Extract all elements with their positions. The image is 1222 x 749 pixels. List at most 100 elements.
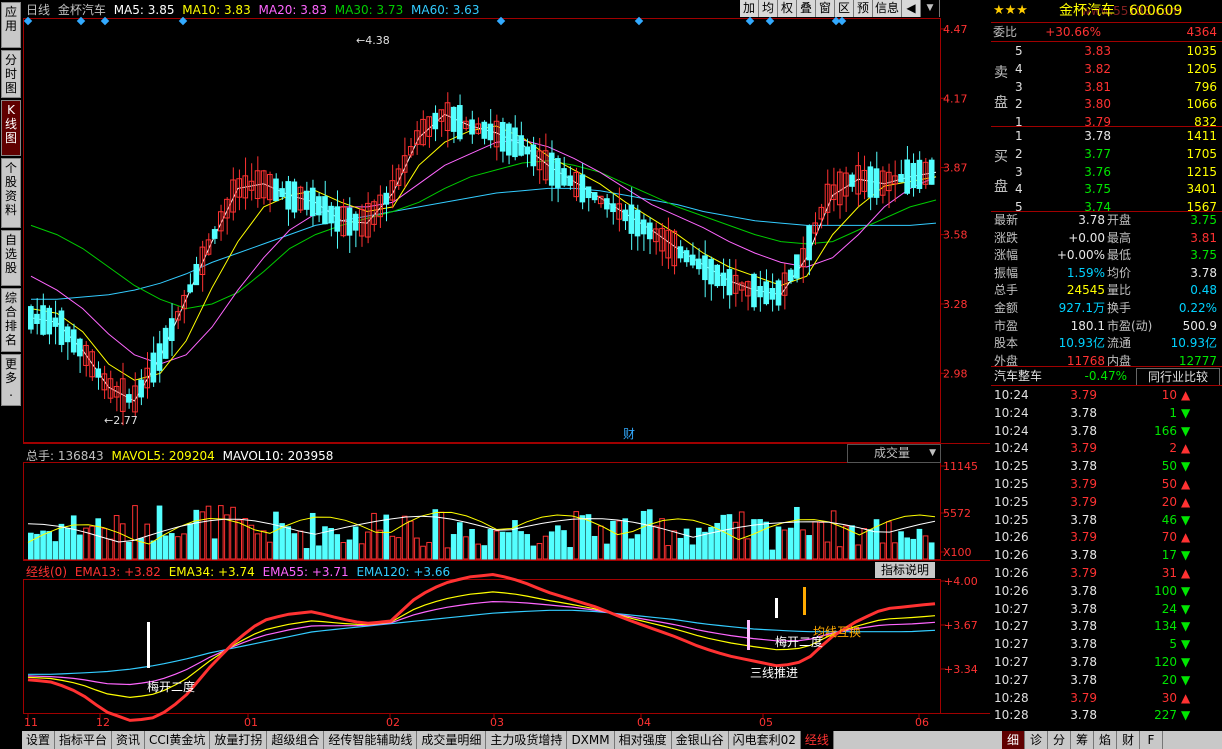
price-tick-label: 3.58 xyxy=(943,229,968,242)
indicator-header: 经线(0) EMA13: +3.82 EMA34: +3.74 EMA55: +… xyxy=(26,563,450,580)
compare-button[interactable]: 同行业比较 xyxy=(1136,368,1220,386)
tick-row: 10:27 3.78 24 ▼ xyxy=(991,600,1222,618)
back-icon[interactable]: ◀ xyxy=(902,0,921,17)
left-tab-6[interactable]: 更多.. xyxy=(1,354,21,413)
ma20-label: MA20: 3.83 xyxy=(258,3,327,17)
stat-row: 股本 10.93亿 流通 10.93亿 xyxy=(991,334,1222,352)
indicator-name: 经线(0) xyxy=(26,565,67,579)
volume-bar xyxy=(671,530,678,560)
tick-row: 10:27 3.78 20 ▼ xyxy=(991,671,1222,689)
left-tab-4[interactable]: 自选股 xyxy=(1,230,21,286)
toolbar-button-6[interactable]: 预 xyxy=(854,0,873,17)
sector-row: 汽车整车 -0.47% 同行业比较 xyxy=(991,367,1222,386)
stat-value: 24545 xyxy=(1066,283,1105,298)
quote-title-row: ★★★ www.55188.com 金杯汽车 600609 xyxy=(991,2,1222,22)
candle-body xyxy=(714,264,721,287)
bottom-tab-0[interactable]: 设置 xyxy=(22,731,56,749)
x-tick-label: 03 xyxy=(490,716,504,729)
quote-tab-6[interactable]: F xyxy=(1140,731,1163,749)
mavol5-label: MAVOL5: 209204 xyxy=(111,449,215,463)
volume-bar xyxy=(260,530,267,560)
volume-bar xyxy=(456,522,463,560)
volume-bar xyxy=(162,535,169,560)
toolbar-button-2[interactable]: 权 xyxy=(778,0,797,17)
bottom-tab-12[interactable]: 闪电套利02 xyxy=(729,731,801,749)
toolbar-button-7[interactable]: 信息 xyxy=(873,0,902,17)
sector-name[interactable]: 汽车整车 xyxy=(994,367,1042,385)
volume-bar xyxy=(395,537,402,560)
volume-bar xyxy=(77,534,83,560)
bottom-tab-7[interactable]: 成交量明细 xyxy=(417,731,487,749)
candle-body xyxy=(193,263,200,286)
left-tab-5[interactable]: 综合排名 xyxy=(1,288,21,352)
menu-arrow-icon[interactable]: ▼ xyxy=(921,0,940,17)
tick-row: 10:26 3.78 17 ▼ xyxy=(991,546,1222,564)
toolbar-button-5[interactable]: 区 xyxy=(835,0,854,17)
quote-tab-4[interactable]: 焰 xyxy=(1094,731,1117,749)
tick-row: 10:27 3.78 120 ▼ xyxy=(991,653,1222,671)
quote-tab-3[interactable]: 筹 xyxy=(1071,731,1094,749)
indicator-tick-label: +3.67 xyxy=(944,619,978,632)
stat-row: 金额 927.1万 换手 0.22% xyxy=(991,299,1222,317)
bottom-tab-4[interactable]: 放量打拐 xyxy=(210,731,268,749)
candle-body xyxy=(622,209,629,222)
candle-body xyxy=(40,305,46,335)
arrow-up-icon: ▲ xyxy=(1181,530,1191,545)
ask-price: 3.81 xyxy=(1084,79,1111,94)
bottom-tab-2[interactable]: 资讯 xyxy=(112,731,146,749)
volume-bar xyxy=(309,512,316,560)
bid-price: 3.76 xyxy=(1084,164,1111,179)
volume-bar xyxy=(695,527,702,560)
left-tab-2[interactable]: K线图 xyxy=(1,100,21,156)
quote-tab-1[interactable]: 诊 xyxy=(1025,731,1048,749)
candle-body xyxy=(763,281,770,305)
volume-bar xyxy=(910,538,917,560)
toolbar-button-1[interactable]: 均 xyxy=(759,0,778,17)
bottom-tab-6[interactable]: 经传智能辅助线 xyxy=(324,731,418,749)
toolbar-button-4[interactable]: 窗 xyxy=(816,0,835,17)
bottom-tab-9[interactable]: DXMM xyxy=(567,731,615,749)
candle-body xyxy=(726,269,733,296)
left-tab-3[interactable]: 个股资料 xyxy=(1,158,21,228)
indicator-help-button[interactable]: 指标说明 xyxy=(875,562,935,578)
bottom-tab-5[interactable]: 超级组合 xyxy=(267,731,325,749)
left-tab-1[interactable]: 分时图 xyxy=(1,50,21,98)
stat-value: 3.75 xyxy=(1190,248,1217,263)
bottom-tab-3[interactable]: CCI黄金坑 xyxy=(145,731,211,749)
tick-time: 10:26 xyxy=(994,548,1029,563)
bid-volume: 1215 xyxy=(1186,164,1217,179)
bottom-tab-13[interactable]: 经线 xyxy=(800,731,834,749)
quote-tab-5[interactable]: 财 xyxy=(1117,731,1140,749)
bottom-tab-1[interactable]: 指标平台 xyxy=(55,731,113,749)
bottom-tab-8[interactable]: 主力吸货增持 xyxy=(486,731,568,749)
arrow-down-icon: ▼ xyxy=(1181,548,1191,563)
quote-tab-2[interactable]: 分 xyxy=(1048,731,1071,749)
quote-tab-0[interactable]: 细 xyxy=(1002,731,1025,749)
tick-time: 10:26 xyxy=(994,566,1029,580)
volume-bar xyxy=(555,525,561,560)
tick-price: 3.78 xyxy=(1070,655,1097,669)
volume-bar xyxy=(922,535,929,560)
tick-price: 3.79 xyxy=(1070,566,1097,580)
kline-chart-area[interactable]: 4.47 4.17 3.87 3.58 3.28 2.98 ←4.38 ←2.77 财 11145… xyxy=(23,0,990,730)
bid-volume: 3401 xyxy=(1186,182,1217,197)
weibi-row: 委比 +30.66% 4364 xyxy=(991,23,1222,41)
toolbar-button-0[interactable]: 加 xyxy=(740,0,759,17)
volume-indicator-select[interactable]: 成交量 ▼ xyxy=(847,444,941,463)
arrow-up-icon: ▲ xyxy=(1181,441,1191,456)
volume-header: 总手: 136843 MAVOL5: 209204 MAVOL10: 20395… xyxy=(26,447,333,464)
bottom-tab-11[interactable]: 金银山谷 xyxy=(672,731,729,749)
volume-bar xyxy=(236,519,242,560)
bottom-tab-10[interactable]: 相对强度 xyxy=(615,731,672,749)
volume-bar xyxy=(150,540,157,560)
stat-label: 振幅 xyxy=(994,265,1019,280)
tick-row: 10:25 3.79 20 ▲ xyxy=(991,493,1222,511)
volume-bar xyxy=(438,511,445,560)
stat-value: 3.78 xyxy=(1190,265,1217,280)
toolbar-button-3[interactable]: 叠 xyxy=(797,0,816,17)
tick-time: 10:24 xyxy=(994,405,1029,420)
left-tab-char: 料 xyxy=(4,203,17,217)
left-tab-0[interactable]: 应用 xyxy=(1,2,21,48)
left-tab-char: 自 xyxy=(4,233,17,247)
volume-bar xyxy=(702,531,708,560)
